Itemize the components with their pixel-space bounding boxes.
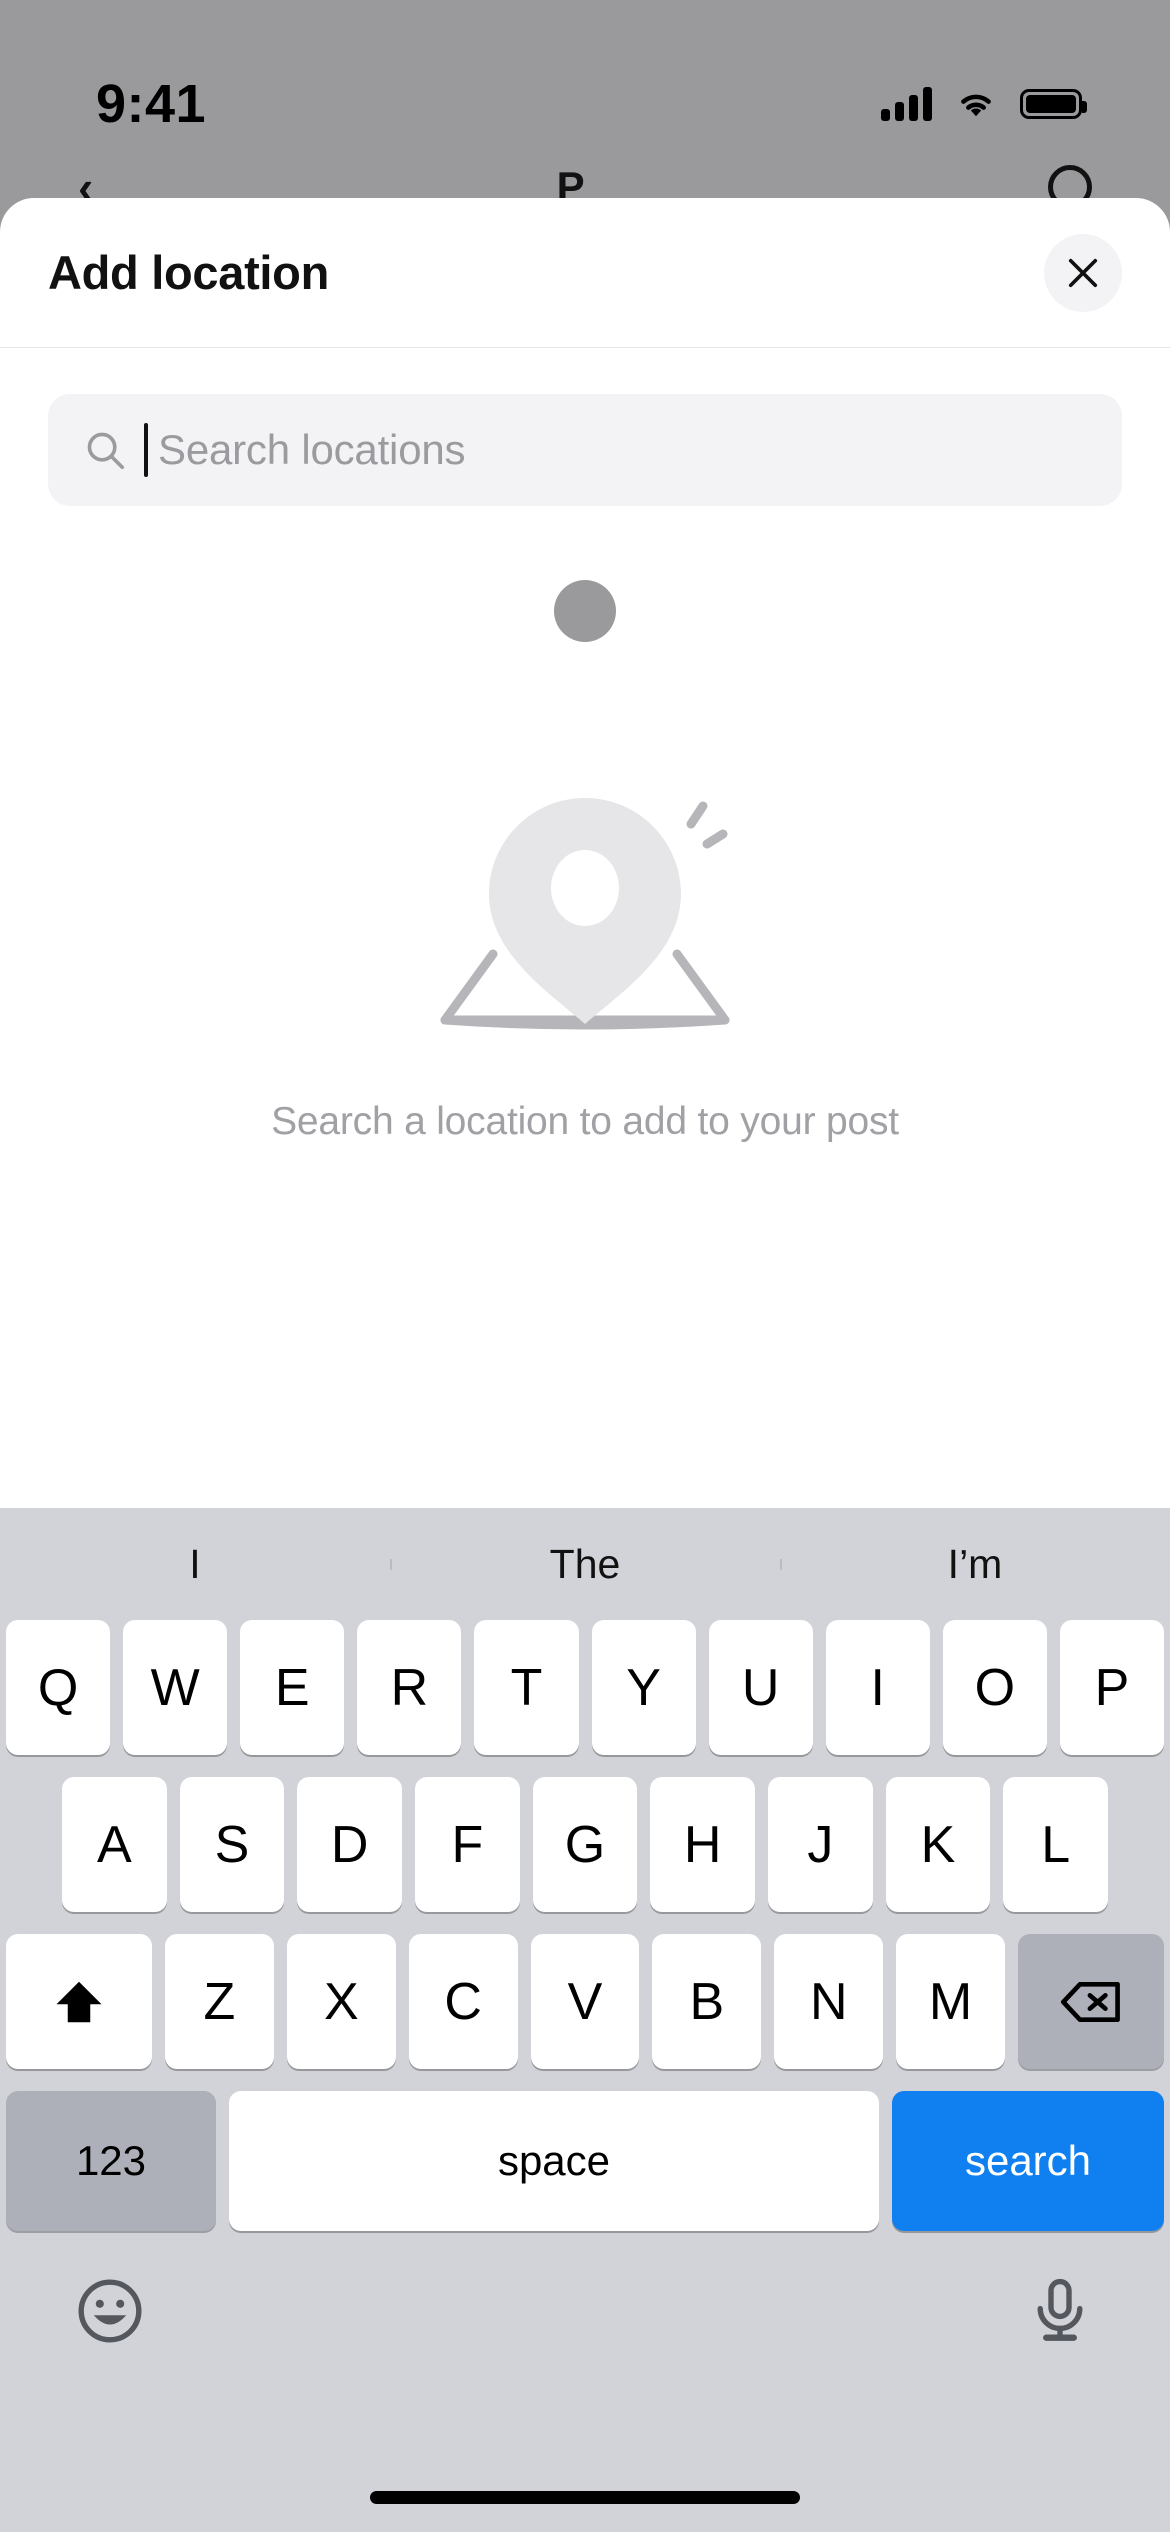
keyboard-row-4: 123 space search <box>0 2091 1170 2231</box>
key-c[interactable]: C <box>408 1934 518 2069</box>
key-o[interactable]: O <box>942 1620 1047 1755</box>
search-section: Search locations <box>0 348 1170 506</box>
key-t[interactable]: T <box>474 1620 579 1755</box>
keyboard: I The I’m Q W E R T Y U I O P A S D F G … <box>0 1508 1170 2532</box>
cellular-signal-icon <box>881 87 932 121</box>
key-l[interactable]: L <box>1003 1777 1109 1912</box>
key-e[interactable]: E <box>240 1620 345 1755</box>
sheet-header: Add location <box>0 198 1170 348</box>
space-key[interactable]: space <box>229 2091 879 2231</box>
empty-state: Search a location to add to your post <box>0 506 1170 1144</box>
close-icon <box>1068 258 1098 287</box>
key-k[interactable]: K <box>885 1777 991 1912</box>
backspace-icon <box>1061 1981 1120 2022</box>
key-r[interactable]: R <box>357 1620 462 1755</box>
key-b[interactable]: B <box>652 1934 762 2069</box>
key-n[interactable]: N <box>774 1934 884 2069</box>
keyboard-row-2: A S D F G H J K L <box>0 1777 1170 1912</box>
keyboard-row-1: Q W E R T Y U I O P <box>0 1620 1170 1755</box>
search-input[interactable]: Search locations <box>48 394 1122 506</box>
search-return-key[interactable]: search <box>892 2091 1164 2231</box>
key-d[interactable]: D <box>297 1777 402 1912</box>
key-s[interactable]: S <box>179 1777 285 1912</box>
shift-key[interactable] <box>6 1934 152 2069</box>
key-w[interactable]: W <box>123 1620 228 1755</box>
key-j[interactable]: J <box>768 1777 873 1912</box>
battery-full-icon <box>1020 89 1087 119</box>
status-icons <box>881 87 1087 121</box>
key-f[interactable]: F <box>415 1777 520 1912</box>
numeric-key[interactable]: 123 <box>6 2091 216 2231</box>
page-title: Add location <box>48 246 329 299</box>
search-icon <box>87 432 125 470</box>
predictive-text-bar: I The I’m <box>0 1508 1170 1620</box>
map-pin-illustration <box>440 798 730 1030</box>
key-i[interactable]: I <box>825 1620 930 1755</box>
phone-screen: 9:41 ‹ P Add location Search locations S… <box>0 0 1170 2532</box>
loading-dot <box>554 580 616 642</box>
key-h[interactable]: H <box>650 1777 756 1912</box>
key-q[interactable]: Q <box>6 1620 111 1755</box>
microphone-icon[interactable] <box>1024 2275 1096 2347</box>
key-p[interactable]: P <box>1059 1620 1164 1755</box>
prediction-0[interactable]: I <box>0 1541 390 1588</box>
empty-state-message: Search a location to add to your post <box>271 1100 899 1143</box>
close-button[interactable] <box>1044 233 1122 312</box>
shift-icon <box>56 1981 102 2022</box>
key-y[interactable]: Y <box>591 1620 696 1755</box>
key-g[interactable]: G <box>532 1777 638 1912</box>
text-caret <box>144 423 148 477</box>
search-placeholder: Search locations <box>158 426 466 473</box>
key-v[interactable]: V <box>530 1934 640 2069</box>
key-m[interactable]: M <box>896 1934 1006 2069</box>
backspace-key[interactable] <box>1018 1934 1165 2069</box>
emoji-icon[interactable] <box>74 2275 146 2347</box>
key-u[interactable]: U <box>708 1620 813 1755</box>
wifi-icon <box>961 94 991 117</box>
home-indicator[interactable] <box>370 2491 800 2504</box>
status-bar: 9:41 <box>0 0 1170 160</box>
keyboard-bottom-bar <box>0 2231 1170 2391</box>
key-a[interactable]: A <box>61 1777 167 1912</box>
key-z[interactable]: Z <box>165 1934 274 2069</box>
status-time: 9:41 <box>96 74 207 134</box>
prediction-1[interactable]: The <box>390 1541 780 1588</box>
keyboard-row-3: Z X C V B N M <box>0 1934 1170 2069</box>
prediction-2[interactable]: I’m <box>780 1541 1170 1588</box>
key-x[interactable]: X <box>286 1934 396 2069</box>
